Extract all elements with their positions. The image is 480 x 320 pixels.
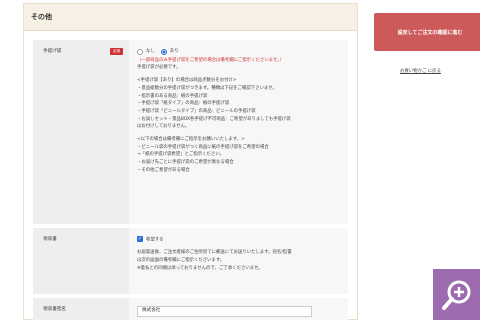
handbag-label-cell: 手提げ袋 必須 (33, 40, 129, 224)
handbag-required-line: 手提げ袋が必要です。 (137, 65, 181, 71)
receipt-label-cell: 領収書 (33, 228, 129, 294)
receipt-row: 領収書 ✓ 希望する お届発送後、ご注文者様のご住所宛てに郵送にてお送りいたします… (33, 228, 348, 294)
receipt-name-value: 株式会社 (142, 308, 161, 314)
receipt-note-line: ※着払との同梱は承っておりませんので、ご了承くださいませ。 (137, 265, 263, 271)
handbag-detail-line: ・景品総数分の手提げ袋がつきます。種類は下記をご確認下さいませ。 (137, 85, 277, 91)
receipt-label: 領収書 (43, 237, 57, 242)
handbag-detail-line: ・手提げ袋「紙タイプ」の商品：紙の手提げ袋 (137, 101, 230, 107)
handbag-detail2-line: <以下の場合は備考欄にご指示をお願いいたします。> (137, 137, 245, 143)
handbag-detail2-line: →「紙の手提げ袋希望」とご指示ください。 (137, 152, 225, 158)
receipt-value-cell: ✓ 希望する お届発送後、ご注文者様のご住所宛てに郵送にてお送りいたします。宛名/… (129, 228, 348, 294)
handbag-detail-line: はお付けしておりません。 (137, 124, 190, 130)
handbag-none-radio[interactable] (137, 48, 143, 55)
receipt-checkbox[interactable]: ✓ (137, 236, 143, 242)
receipt-name-value-cell: 株式会社 (129, 298, 348, 320)
receipt-checkbox-line[interactable]: ✓ 希望する (137, 236, 340, 244)
handbag-detail-line: ・手提げ袋「ビニールタイプ」の商品：ビニールの手提げ袋 (137, 108, 256, 114)
handbag-yes-radio[interactable] (160, 48, 167, 55)
receipt-name-label-cell: 領収書宛名 (33, 298, 129, 320)
back-to-cart-link[interactable]: お買い物かご に戻る (400, 68, 441, 74)
receipt-checkbox-label[interactable]: 希望する (146, 238, 164, 243)
handbag-detail-line: <手提げ袋【あり】の場合は商品点数分をお付け> (137, 78, 237, 84)
receipt-name-input[interactable]: 株式会社 (137, 306, 312, 317)
handbag-yes-label[interactable]: あり (170, 48, 179, 56)
handbag-row: 手提げ袋 必須 なし あり （一部商品のみ手提げ袋をご希望の場合は備考欄にご指示… (33, 40, 348, 224)
handbag-none-label[interactable]: なし (146, 48, 155, 56)
confirm-order-button-label: 設定してご注文の確認に進む (397, 29, 463, 36)
section-header: その他 (24, 4, 357, 31)
receipt-note-line: お届発送後、ご注文者様のご住所宛てに郵送にてお送りいたします。宛名/但書 (137, 250, 292, 256)
handbag-detail-line: ・お試しセット・景品BOX各手提げ不可商品：ご希望がありましても手提げ袋 (137, 116, 291, 122)
handbag-detail2-line: ・その他ご希望がある場合 (137, 167, 190, 173)
receipt-note-line: は次の画面の備考欄にご指示くださいます。 (137, 257, 225, 263)
handbag-detail-line: ・指示書のある商品：紙の手提げ袋 (137, 93, 208, 99)
receipt-name-row: 領収書宛名 株式会社 (33, 298, 348, 320)
receipt-name-label: 領収書宛名 (43, 307, 66, 312)
confirm-order-button[interactable]: 設定してご注文の確認に進む (374, 13, 480, 51)
handbag-value-cell: なし あり （一部商品のみ手提げ袋をご希望の場合は備考欄にご指示くださいませ。）… (129, 40, 348, 224)
section-title: その他 (31, 13, 52, 21)
handbag-detail2-line: ・ビニール袋の手提げ袋がつく商品に紙の手提げ袋をご希望の場合 (137, 144, 269, 150)
required-badge: 必須 (109, 48, 123, 55)
handbag-radio-group: なし あり (137, 48, 340, 56)
other-section-panel: その他 手提げ袋 必須 なし あり （一部商品のみ手提げ袋をご希望の場合は備考欄… (23, 3, 358, 320)
handbag-red-note: （一部商品のみ手提げ袋をご希望の場合は備考欄にご指示くださいませ。） (137, 57, 284, 63)
handbag-detail2-line: ・お届け先ごとに手提げ袋のご希望が異なる場合 (137, 160, 234, 166)
handbag-label: 手提げ袋 (43, 49, 62, 54)
zoom-in-icon (442, 280, 471, 310)
zoom-button[interactable] (433, 269, 480, 320)
